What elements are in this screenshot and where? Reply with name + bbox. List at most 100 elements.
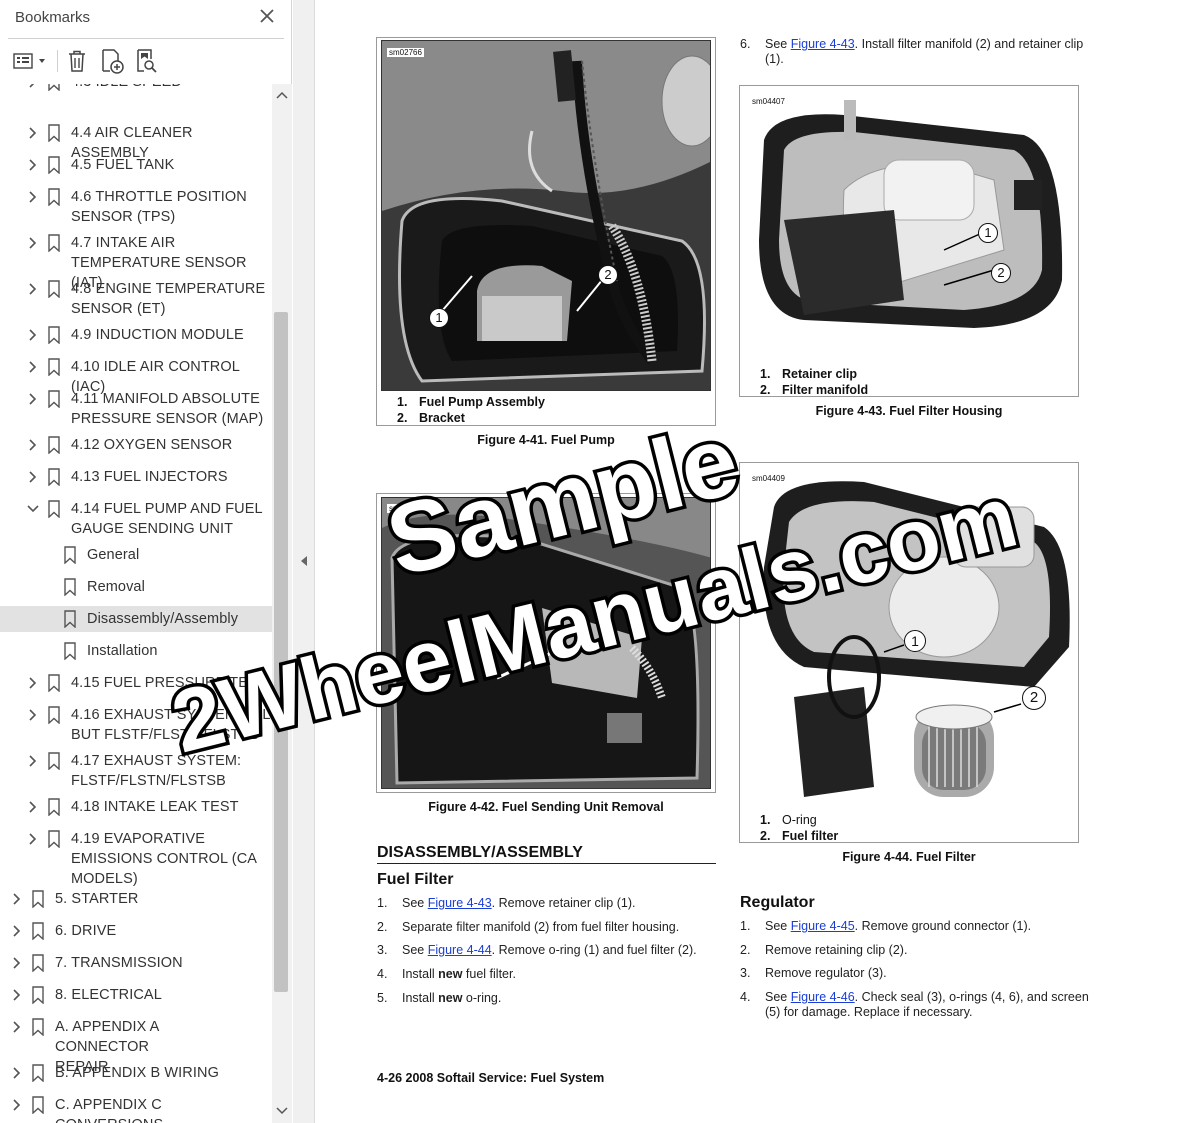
chevron-right-icon[interactable]	[10, 1020, 24, 1034]
bookmark-item[interactable]: 4.9 INDUCTION MODULE	[0, 322, 272, 348]
figure-4-43: 1 2 sm04407 1. Retainer clip 2. Filter man…	[739, 85, 1079, 397]
panel-splitter[interactable]	[293, 0, 315, 1123]
bookmark-icon	[32, 1064, 44, 1082]
bookmark-item[interactable]: 4.5 FUEL TANK	[0, 152, 272, 178]
bookmark-item[interactable]: 4.14 FUEL PUMP AND FUEL GAUGE SENDING UNI…	[0, 496, 272, 542]
bookmark-label: 7. TRANSMISSION	[55, 955, 183, 971]
figure-caption: Figure 4-44. Fuel Filter	[842, 850, 976, 864]
chevron-down-icon[interactable]	[26, 502, 40, 516]
figure-4-44: 1 2 sm04409 1. O-ring 2. Fuel filter	[739, 462, 1079, 843]
bookmark-item[interactable]: Removal	[0, 574, 272, 600]
bookmark-label: 4.8 ENGINE TEMPERATURE SENSOR (ET)	[71, 281, 266, 317]
bookmark-item[interactable]: 4.10 IDLE AIR CONTROL (IAC)	[0, 354, 272, 395]
chevron-right-icon[interactable]	[10, 1066, 24, 1080]
chevron-right-icon[interactable]	[26, 800, 40, 814]
bookmark-label: 6. DRIVE	[55, 923, 117, 939]
callout-2: 2	[598, 265, 618, 285]
bookmark-item[interactable]: 4.15 FUEL PRESSURE TEST	[0, 670, 272, 696]
figure-link[interactable]: Figure 4-43	[428, 896, 492, 910]
bookmark-item[interactable]: 4.18 INTAKE LEAK TEST	[0, 794, 272, 820]
bookmark-item[interactable]: 8. ELECTRICAL	[0, 982, 272, 1008]
bookmark-icon	[32, 1018, 44, 1036]
bookmark-icon	[48, 752, 60, 770]
chevron-right-icon[interactable]	[26, 328, 40, 342]
regulator-heading: Regulator	[740, 894, 815, 911]
chevron-right-icon[interactable]	[26, 190, 40, 204]
figure-legend: 1. O-ring 2. Fuel filter	[760, 813, 839, 843]
bookmark-item[interactable]: Installation	[0, 638, 272, 664]
chevron-right-icon[interactable]	[26, 360, 40, 374]
chevron-right-icon[interactable]	[26, 676, 40, 690]
bookmark-item[interactable]: 4.3 IDLE SPEED	[0, 84, 272, 95]
bookmark-item[interactable]: A. APPENDIX A CONNECTOR REPAIR	[0, 1014, 272, 1075]
bookmark-item[interactable]: 4.4 AIR CLEANER ASSEMBLY	[0, 120, 272, 161]
bookmark-item[interactable]: 4.11 MANIFOLD ABSOLUTE PRESSURE SENSOR (M…	[0, 386, 272, 432]
bookmark-label: 5. STARTER	[55, 891, 139, 907]
add-bookmark-icon[interactable]	[99, 48, 125, 74]
chevron-right-icon[interactable]	[10, 1098, 24, 1112]
scroll-down-icon[interactable]	[276, 1106, 288, 1116]
chevron-right-icon[interactable]	[26, 84, 40, 89]
sending-unit-photo	[381, 497, 711, 789]
figure-code: sm02766	[387, 48, 424, 57]
bookmark-item[interactable]: 4.8 ENGINE TEMPERATURE SENSOR (ET)	[0, 276, 272, 322]
chevron-right-icon[interactable]	[10, 924, 24, 938]
bookmark-label: B. APPENDIX B WIRING	[55, 1065, 219, 1081]
bookmark-item[interactable]: Disassembly/Assembly	[0, 606, 272, 632]
figure-4-42: sm04401	[376, 493, 716, 793]
bookmark-icon	[64, 610, 76, 628]
bookmark-item[interactable]: 7. TRANSMISSION	[0, 950, 272, 976]
bookmark-icon	[32, 954, 44, 972]
chevron-right-icon[interactable]	[26, 754, 40, 768]
figure-link[interactable]: Figure 4-46	[791, 990, 855, 1004]
options-list-icon[interactable]	[12, 48, 50, 74]
bookmark-icon	[32, 1096, 44, 1114]
scroll-up-icon[interactable]	[276, 90, 288, 100]
figure-caption: Figure 4-42. Fuel Sending Unit Removal	[428, 800, 664, 814]
figure-link[interactable]: Figure 4-45	[791, 919, 855, 933]
callout-2: 2	[1022, 686, 1046, 710]
bookmark-item[interactable]: 4.7 INTAKE AIR TEMPERATURE SENSOR (IAT)	[0, 230, 272, 291]
bookmark-tree: 4.3 IDLE SPEED4.4 AIR CLEANER ASSEMBLY4.…	[0, 84, 272, 1123]
bookmark-label: Removal	[87, 579, 145, 595]
bookmark-item[interactable]: 4.6 THROTTLE POSITION SENSOR (TPS)	[0, 184, 272, 230]
chevron-right-icon[interactable]	[26, 392, 40, 406]
bookmark-item[interactable]: 4.17 EXHAUST SYSTEM: FLSTF/FLSTN/FLSTSB	[0, 748, 272, 794]
bookmarks-panel: Bookmarks 4.4 AIR CLEANER ASSEMBLY 4.5 F…	[0, 0, 292, 1123]
bookmark-item[interactable]: 4.13 FUEL INJECTORS	[0, 464, 272, 490]
chevron-right-icon[interactable]	[10, 892, 24, 906]
bookmarks-toolbar	[0, 40, 292, 84]
figure-link[interactable]: Figure 4-43	[791, 37, 855, 51]
bookmark-item[interactable]: C. APPENDIX C CONVERSIONS	[0, 1092, 272, 1123]
figure-link[interactable]: Figure 4-44	[428, 943, 492, 957]
bookmarks-title: Bookmarks	[15, 9, 91, 26]
chevron-right-icon[interactable]	[26, 126, 40, 140]
bookmark-label: C. APPENDIX C CONVERSIONS	[55, 1097, 163, 1123]
collapse-panel-icon[interactable]	[299, 555, 309, 567]
chevron-right-icon[interactable]	[26, 158, 40, 172]
figure-code: sm04409	[752, 474, 785, 483]
bookmark-item[interactable]: 4.19 EVAPORATIVE EMISSIONS CONTROL (CA MOD…	[0, 826, 272, 892]
bookmark-item[interactable]: 6. DRIVE	[0, 918, 272, 944]
bookmark-icon	[48, 188, 60, 206]
find-bookmark-icon[interactable]	[134, 48, 160, 74]
chevron-right-icon[interactable]	[26, 832, 40, 846]
chevron-right-icon[interactable]	[10, 988, 24, 1002]
chevron-right-icon[interactable]	[10, 956, 24, 970]
chevron-right-icon[interactable]	[26, 438, 40, 452]
scrollbar[interactable]	[272, 84, 292, 1123]
trash-icon[interactable]	[66, 48, 88, 74]
chevron-right-icon[interactable]	[26, 236, 40, 250]
bookmark-item[interactable]: 4.12 OXYGEN SENSOR	[0, 432, 272, 458]
bookmark-item[interactable]: 4.16 EXHAUST SYSTEM: ALL BUT FLSTF/FLSTN/…	[0, 702, 272, 748]
chevron-right-icon[interactable]	[26, 282, 40, 296]
chevron-right-icon[interactable]	[26, 470, 40, 484]
chevron-right-icon[interactable]	[26, 708, 40, 722]
close-icon[interactable]	[257, 6, 277, 26]
bookmark-item[interactable]: B. APPENDIX B WIRING	[0, 1060, 272, 1086]
section-rule	[377, 863, 716, 864]
scrollbar-thumb[interactable]	[274, 312, 288, 992]
bookmark-item[interactable]: General	[0, 542, 272, 568]
bookmark-icon	[48, 124, 60, 142]
bookmark-item[interactable]: 5. STARTER	[0, 886, 272, 912]
